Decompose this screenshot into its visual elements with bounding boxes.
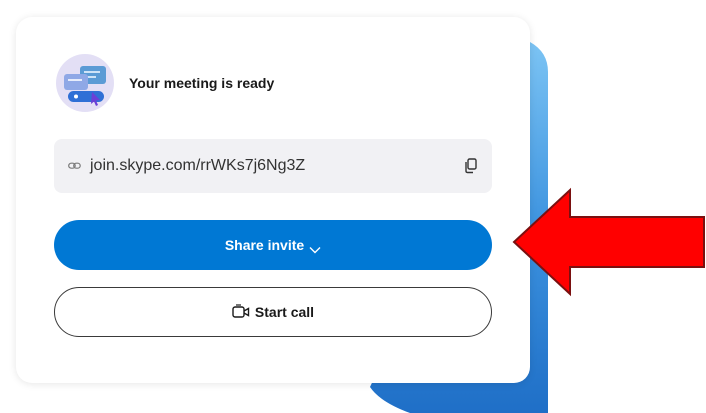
card-header: Your meeting is ready bbox=[56, 54, 274, 112]
meeting-card: Your meeting is ready join.skype.com/rrW… bbox=[16, 17, 530, 383]
copy-icon[interactable] bbox=[464, 158, 478, 174]
meeting-title: Your meeting is ready bbox=[129, 75, 275, 91]
chevron-down-icon bbox=[309, 241, 321, 254]
share-invite-button[interactable]: Share invite bbox=[54, 220, 492, 270]
meeting-link-text[interactable]: join.skype.com/rrWKs7j6Ng3Z bbox=[90, 157, 305, 175]
start-call-label: Start call bbox=[254, 304, 315, 320]
start-call-button[interactable]: Start call bbox=[54, 287, 492, 337]
red-arrow-annotation bbox=[512, 187, 705, 297]
video-camera-icon bbox=[232, 304, 250, 320]
link-icon bbox=[68, 159, 82, 173]
meeting-illustration-icon bbox=[56, 54, 114, 112]
stage: Your meeting is ready join.skype.com/rrW… bbox=[0, 0, 706, 413]
meeting-link-box[interactable]: join.skype.com/rrWKs7j6Ng3Z bbox=[54, 139, 492, 193]
share-invite-label: Share invite bbox=[224, 237, 305, 253]
